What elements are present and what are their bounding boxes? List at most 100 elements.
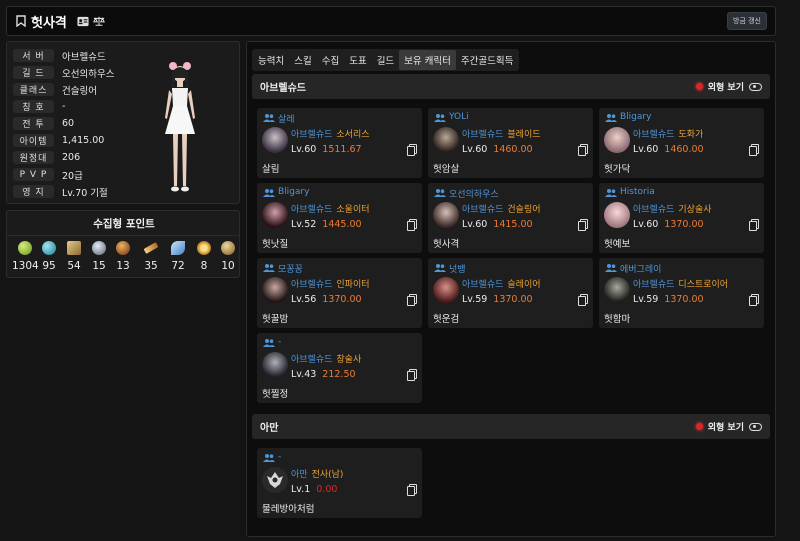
character-card[interactable]: Bligary 아브렐슈드 도화가 Lv.60 1460.00 헛가닥 bbox=[599, 108, 764, 178]
character-card[interactable]: - 아만 전사(남) Lv.1 0.00 물레방아처럼 bbox=[257, 448, 422, 518]
scale-icon[interactable] bbox=[92, 15, 105, 27]
card-server-class: 아만 전사(남) bbox=[291, 467, 343, 480]
card-level: Lv.59 1370.00 bbox=[462, 294, 533, 305]
id-card-icon[interactable] bbox=[77, 15, 89, 27]
card-server-class: 아브렐슈드 인파이터 bbox=[291, 277, 370, 290]
tab-weekly-gold[interactable]: 주간골드획득 bbox=[456, 50, 518, 70]
card-server-class: 아브렐슈드 블레이드 bbox=[462, 127, 541, 140]
point-giant-heart[interactable]: 15 bbox=[86, 241, 112, 272]
users-icon bbox=[605, 189, 617, 197]
info-row-title: 칭 호- bbox=[13, 99, 65, 114]
card-level: Lv.60 1460.00 bbox=[633, 144, 704, 155]
character-portrait bbox=[262, 127, 288, 153]
card-server: 아만 bbox=[291, 470, 308, 480]
info-row-item-level: 아이템 1,415.00 bbox=[13, 133, 104, 148]
tab-charts[interactable]: 도표 bbox=[344, 50, 371, 70]
card-server: 아브렐슈드 bbox=[633, 205, 675, 215]
copy-icon[interactable] bbox=[407, 144, 417, 156]
point-orpheus-star[interactable]: 8 bbox=[191, 241, 217, 272]
copy-icon[interactable] bbox=[407, 294, 417, 306]
card-item-level: 1370.00 bbox=[664, 294, 704, 305]
divider bbox=[7, 235, 239, 236]
record-dot-icon bbox=[695, 83, 703, 90]
tab-stats[interactable]: 능력치 bbox=[253, 50, 289, 70]
character-card[interactable]: Bligary 아브렐슈드 소울이터 Lv.52 1445.00 헛낫질 bbox=[257, 183, 422, 253]
tab-guild[interactable]: 길드 bbox=[372, 50, 399, 70]
point-world-tree-leaf[interactable]: 72 bbox=[165, 241, 191, 272]
character-card[interactable]: - 아브렐슈드 창술사 Lv.43 212.50 헛찔정 bbox=[257, 333, 422, 403]
point-island-heart[interactable]: 95 bbox=[36, 241, 62, 272]
point-art[interactable]: 54 bbox=[61, 241, 87, 272]
omnium-star-icon bbox=[221, 241, 235, 255]
point-ignea-token[interactable]: 13 bbox=[110, 241, 136, 272]
copy-icon[interactable] bbox=[578, 144, 588, 156]
character-avatar-image bbox=[157, 58, 203, 200]
info-label: 서 버 bbox=[13, 49, 54, 62]
bookmark-icon[interactable] bbox=[15, 15, 27, 27]
users-icon bbox=[263, 264, 275, 272]
card-class: 블레이드 bbox=[507, 130, 541, 140]
card-server-class: 아브렐슈드 소울이터 bbox=[291, 202, 370, 215]
point-mokoko-seed[interactable]: 1304 bbox=[12, 241, 39, 272]
card-guild-tag: Bligary bbox=[620, 112, 652, 122]
record-dot-icon bbox=[695, 423, 703, 430]
card-character-name: 헛낫질 bbox=[262, 239, 289, 250]
card-level: Lv.60 1370.00 bbox=[633, 219, 704, 230]
copy-icon[interactable] bbox=[407, 484, 417, 496]
card-class: 건슬링어 bbox=[507, 205, 541, 215]
character-card[interactable]: YOLi 아브렐슈드 블레이드 Lv.60 1460.00 헛암살 bbox=[428, 108, 593, 178]
character-portrait bbox=[262, 202, 288, 228]
copy-icon[interactable] bbox=[749, 144, 759, 156]
tab-collection[interactable]: 수집 bbox=[317, 50, 344, 70]
appearance-toggle[interactable]: 외형 보기 bbox=[695, 420, 762, 433]
users-icon bbox=[434, 189, 446, 197]
copy-icon[interactable] bbox=[578, 219, 588, 231]
card-class: 창술사 bbox=[336, 355, 362, 365]
character-card[interactable]: 넛뱅 아브렐슈드 슬레이어 Lv.59 1370.00 헛운검 bbox=[428, 258, 593, 328]
copy-icon[interactable] bbox=[749, 219, 759, 231]
appearance-toggle[interactable]: 외형 보기 bbox=[695, 80, 762, 93]
info-label: 아이템 bbox=[13, 134, 54, 147]
character-card[interactable]: 오선의하우스 아브렐슈드 건슬링어 Lv.60 1415.00 헛사격 bbox=[428, 183, 593, 253]
copy-icon[interactable] bbox=[407, 369, 417, 381]
appearance-toggle-label: 외형 보기 bbox=[707, 423, 744, 433]
card-level-value: Lv.1 bbox=[291, 484, 311, 495]
point-sea-bounty[interactable]: 35 bbox=[138, 241, 164, 272]
card-guild-tag: 넛뱅 bbox=[449, 265, 466, 275]
card-class: 도화가 bbox=[678, 130, 704, 140]
users-icon bbox=[263, 189, 275, 197]
card-item-level: 1511.67 bbox=[322, 144, 362, 155]
info-label: 칭 호 bbox=[13, 100, 54, 113]
character-card[interactable]: 살레 아브렐슈드 소서리스 Lv.60 1511.67 살림 bbox=[257, 108, 422, 178]
copy-icon[interactable] bbox=[749, 294, 759, 306]
tab-owned-characters[interactable]: 보유 캐릭터 bbox=[399, 50, 456, 70]
character-card[interactable]: 모꽁꽁 아브렐슈드 인파이터 Lv.56 1370.00 헛꿀밤 bbox=[257, 258, 422, 328]
card-class: 전사(남) bbox=[311, 470, 344, 480]
info-label: 전 투 bbox=[13, 117, 54, 130]
card-class: 디스트로이어 bbox=[678, 280, 729, 290]
card-server: 아브렐슈드 bbox=[291, 130, 333, 140]
point-omnium-star[interactable]: 10 bbox=[215, 241, 241, 272]
copy-icon[interactable] bbox=[407, 219, 417, 231]
island-heart-icon bbox=[42, 241, 56, 255]
character-card[interactable]: Historia 아브렐슈드 기상술사 Lv.60 1370.00 헛예보 bbox=[599, 183, 764, 253]
character-card[interactable]: 에버그레이 아브렐슈드 디스트로이어 Lv.59 1370.00 헛함마 bbox=[599, 258, 764, 328]
orpheus-star-icon bbox=[197, 241, 211, 255]
info-value: 1,415.00 bbox=[62, 135, 105, 146]
card-server: 아브렐슈드 bbox=[633, 280, 675, 290]
card-guild-tag: - bbox=[278, 452, 282, 462]
card-item-level: 212.50 bbox=[322, 369, 356, 380]
card-level: Lv.52 1445.00 bbox=[291, 219, 362, 230]
users-icon bbox=[263, 454, 275, 462]
copy-icon[interactable] bbox=[578, 294, 588, 306]
character-name: 헛사격 bbox=[31, 15, 67, 31]
card-level-value: Lv.60 bbox=[633, 144, 659, 155]
card-level-value: Lv.60 bbox=[633, 219, 659, 230]
character-portrait bbox=[604, 127, 630, 153]
refresh-button[interactable]: 방금 갱신 bbox=[727, 12, 767, 30]
card-character-name: 헛예보 bbox=[604, 239, 631, 250]
card-class: 소서리스 bbox=[336, 130, 370, 140]
users-icon bbox=[434, 114, 446, 122]
tab-skills[interactable]: 스킬 bbox=[289, 50, 316, 70]
point-value: 1304 bbox=[12, 260, 39, 272]
